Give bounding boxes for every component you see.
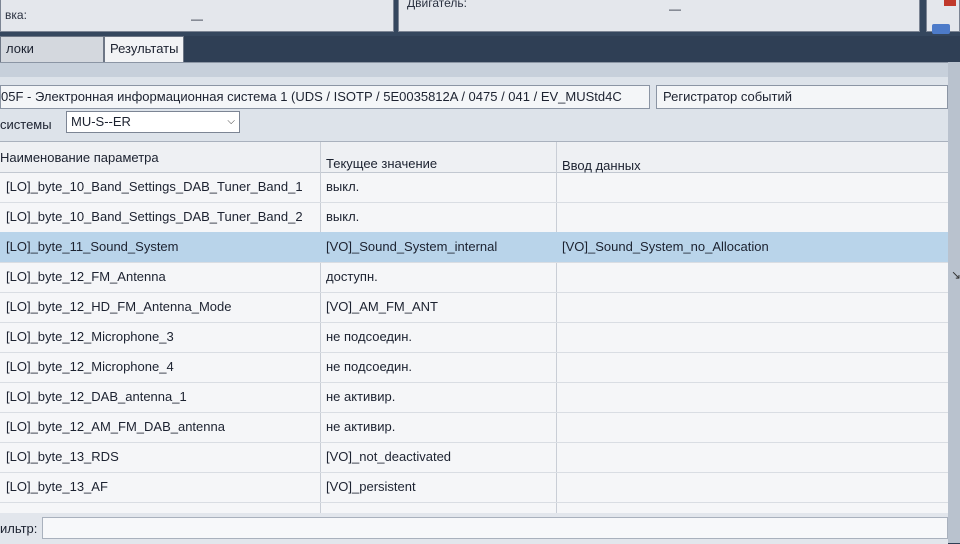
engine-info-panel: Двигатель: — [398, 0, 920, 32]
parameter-name: [LO]_byte_12_Microphone_3 [6, 329, 174, 344]
table-row[interactable]: [LO]_byte_12_AM_FM_DAB_antenna не активи… [0, 412, 948, 443]
usb-icon[interactable] [932, 24, 950, 34]
parameter-name: [LO]_byte_12_DAB_antenna_1 [6, 389, 187, 404]
header-current-value[interactable]: Текущее значение [326, 156, 437, 171]
ecu-identification-field: 05F - Электронная информационная система… [0, 85, 650, 109]
filter-input[interactable] [42, 517, 948, 539]
table-header: Наименование параметра Текущее значение … [0, 142, 948, 173]
tab-control-units[interactable]: локи управления [0, 36, 104, 80]
parameter-value: не подсоедин. [326, 359, 413, 374]
header-parameter-name[interactable]: Наименование параметра [0, 150, 159, 165]
parameter-name: [LO]_byte_12_FM_Antenna [6, 269, 166, 284]
panel-header-band [0, 63, 948, 77]
filter-label: ильтр: [0, 521, 38, 536]
table-row[interactable]: [LO]_byte_12_HD_FM_Antenna_Mode [VO]_AM_… [0, 292, 948, 323]
results-panel: 05F - Электронная информационная система… [0, 62, 948, 544]
filter-bar: ильтр: [0, 513, 948, 544]
parameter-value: выкл. [326, 179, 360, 194]
system-select-value: MU-S--ER [71, 114, 131, 129]
parameter-name: [LO]_byte_13_RDS [6, 449, 119, 464]
table-row[interactable]: [LO]_byte_10_Band_Settings_DAB_Tuner_Ban… [0, 202, 948, 233]
table-row[interactable]: [LO]_byte_13_AF [VO]_persistent [0, 472, 948, 503]
engine-value: — [669, 2, 681, 16]
table-row[interactable]: [LO]_byte_12_Microphone_3 не подсоедин. [0, 322, 948, 353]
mouse-cursor-icon: ↘ [951, 268, 960, 282]
vehicle-info-label: вка: [5, 8, 27, 22]
tab-bar: локи управления Результаты [0, 36, 948, 80]
table-row-selected[interactable]: [LO]_byte_11_Sound_System [VO]_Sound_Sys… [0, 232, 948, 263]
system-label: системы [0, 117, 52, 132]
table-row[interactable]: [LO]_byte_10_Band_Settings_DAB_Tuner_Ban… [0, 172, 948, 203]
parameter-name: [LO]_byte_10_Band_Settings_DAB_Tuner_Ban… [6, 179, 303, 194]
parameter-table: Наименование параметра Текущее значение … [0, 141, 948, 514]
parameter-value: [VO]_persistent [326, 479, 416, 494]
parameter-name: [LO]_byte_11_Sound_System [6, 239, 179, 254]
engine-label: Двигатель: [407, 0, 467, 10]
parameter-name: [LO]_byte_10_Band_Settings_DAB_Tuner_Ban… [6, 209, 303, 224]
parameter-value: доступн. [326, 269, 378, 284]
table-row[interactable]: [LO]_byte_12_DAB_antenna_1 не активир. [0, 382, 948, 413]
parameter-name: [LO]_byte_13_AF [6, 479, 108, 494]
warning-icon [944, 0, 956, 6]
parameter-name: [LO]_byte_12_Microphone_4 [6, 359, 174, 374]
parameter-value: не активир. [326, 419, 396, 434]
table-row[interactable]: [LO]_byte_12_FM_Antenna доступн. [0, 262, 948, 293]
right-edge-strip [948, 62, 960, 543]
system-select[interactable]: MU-S--ER ⌵ [66, 111, 240, 133]
parameter-input[interactable]: [VO]_Sound_System_no_Allocation [562, 232, 769, 262]
parameter-name: [LO]_byte_12_HD_FM_Antenna_Mode [6, 299, 232, 314]
table-row[interactable]: [LO]_byte_13_RDS [VO]_not_deactivated [0, 442, 948, 473]
parameter-value: не активир. [326, 389, 396, 404]
table-row[interactable]: [LO]_byte_12_Microphone_4 не подсоедин. [0, 352, 948, 383]
parameter-value: [VO]_Sound_System_internal [326, 239, 498, 254]
chevron-down-icon[interactable]: ⌵ [227, 112, 235, 132]
vehicle-info-panel: вка: — [0, 0, 394, 32]
parameter-value: [VO]_AM_FM_ANT [326, 299, 438, 314]
parameter-value: не подсоедин. [326, 329, 413, 344]
parameter-value: выкл. [326, 209, 360, 224]
header-data-input[interactable]: Ввод данных [562, 158, 641, 173]
parameter-value: [VO]_not_deactivated [326, 449, 452, 464]
parameter-name: [LO]_byte_12_AM_FM_DAB_antenna [6, 419, 225, 434]
vehicle-info-value: — [191, 12, 203, 26]
event-recorder-button[interactable]: Регистратор событий [656, 85, 948, 109]
tab-results[interactable]: Результаты [104, 36, 184, 62]
